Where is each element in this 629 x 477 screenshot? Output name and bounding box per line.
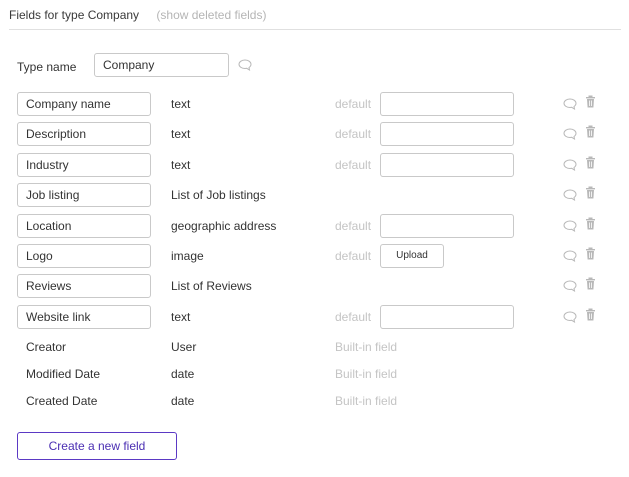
field-type-label: List of Reviews bbox=[171, 279, 252, 294]
field-type-label: text bbox=[171, 157, 191, 172]
type-name-comment-icon[interactable] bbox=[238, 59, 252, 71]
create-new-field-button[interactable]: Create a new field bbox=[17, 432, 177, 460]
trash-icon[interactable] bbox=[585, 247, 596, 260]
default-label: default bbox=[335, 218, 372, 233]
type-name-input[interactable]: Company bbox=[94, 53, 229, 77]
field-row: Location geographic address default bbox=[9, 213, 621, 238]
comment-icon[interactable] bbox=[563, 189, 577, 202]
trash-icon[interactable] bbox=[585, 95, 596, 108]
fields-header: Fields for type Company (show deleted fi… bbox=[9, 8, 621, 30]
builtin-field-type: date bbox=[171, 394, 195, 408]
default-label: default bbox=[335, 309, 372, 324]
field-type-label: List of Job listings bbox=[171, 188, 266, 203]
comment-icon[interactable] bbox=[563, 280, 577, 293]
upload-button[interactable]: Upload bbox=[380, 244, 444, 268]
default-label: default bbox=[335, 157, 372, 172]
field-row: Industry text default bbox=[9, 152, 621, 177]
comment-icon[interactable] bbox=[563, 128, 577, 141]
field-name-input[interactable]: Reviews bbox=[17, 274, 151, 299]
builtin-field-name: Creator bbox=[26, 340, 67, 354]
field-row: Reviews List of Reviews bbox=[9, 274, 621, 299]
trash-icon[interactable] bbox=[585, 125, 596, 138]
builtin-field-note: Built-in field bbox=[335, 394, 398, 408]
builtin-field-note: Built-in field bbox=[335, 367, 398, 381]
default-value-input[interactable] bbox=[380, 213, 514, 238]
builtin-field-note: Built-in field bbox=[335, 340, 398, 354]
field-type-label: text bbox=[171, 309, 191, 324]
trash-icon[interactable] bbox=[585, 217, 596, 230]
comment-icon[interactable] bbox=[563, 159, 577, 171]
trash-icon[interactable] bbox=[585, 156, 596, 169]
field-type-label: text bbox=[171, 97, 191, 111]
field-name-input[interactable]: Description bbox=[17, 122, 151, 147]
trash-icon[interactable] bbox=[585, 277, 596, 290]
fields-panel: Type name Company Company name text defaul… bbox=[9, 40, 621, 477]
builtin-field-row: Created Date date Built-in field bbox=[9, 394, 621, 412]
field-type-label: image bbox=[171, 249, 204, 263]
field-type-label: geographic address bbox=[171, 218, 277, 233]
page-title: Fields for type Company bbox=[9, 8, 140, 22]
field-name-input[interactable]: Company name bbox=[17, 92, 151, 116]
default-value-input[interactable] bbox=[380, 122, 514, 147]
field-row: Logo image default Upload bbox=[9, 244, 621, 268]
field-name-input[interactable]: Job listing bbox=[17, 183, 151, 208]
field-name-input[interactable]: Industry bbox=[17, 152, 151, 177]
builtin-field-type: date bbox=[171, 367, 195, 381]
comment-icon[interactable] bbox=[563, 311, 577, 323]
trash-icon[interactable] bbox=[585, 186, 596, 199]
comment-icon[interactable] bbox=[563, 98, 577, 110]
default-value-input[interactable] bbox=[380, 304, 514, 329]
field-name-input[interactable]: Location bbox=[17, 213, 151, 238]
default-value-input[interactable] bbox=[380, 152, 514, 177]
field-row: Company name text default bbox=[9, 92, 621, 116]
default-label: default bbox=[335, 97, 372, 111]
comment-icon[interactable] bbox=[563, 220, 577, 232]
type-name-label: Type name bbox=[17, 60, 77, 74]
field-name-input[interactable]: Website link bbox=[17, 304, 151, 329]
field-row: Website link text default bbox=[9, 304, 621, 329]
default-label: default bbox=[335, 249, 372, 263]
builtin-field-row: Creator User Built-in field bbox=[9, 340, 621, 358]
builtin-field-type: User bbox=[171, 340, 197, 354]
comment-icon[interactable] bbox=[563, 250, 577, 262]
field-type-label: text bbox=[171, 127, 191, 142]
builtin-field-name: Created Date bbox=[26, 394, 98, 408]
field-row: Description text default bbox=[9, 122, 621, 147]
field-row: Job listing List of Job listings bbox=[9, 183, 621, 208]
builtin-field-name: Modified Date bbox=[26, 367, 101, 381]
show-deleted-fields-link[interactable]: (show deleted fields) bbox=[156, 8, 266, 22]
default-label: default bbox=[335, 127, 372, 142]
field-name-input[interactable]: Logo bbox=[17, 244, 151, 268]
builtin-field-row: Modified Date date Built-in field bbox=[9, 367, 621, 385]
default-value-input[interactable] bbox=[380, 92, 514, 116]
trash-icon[interactable] bbox=[585, 308, 596, 321]
